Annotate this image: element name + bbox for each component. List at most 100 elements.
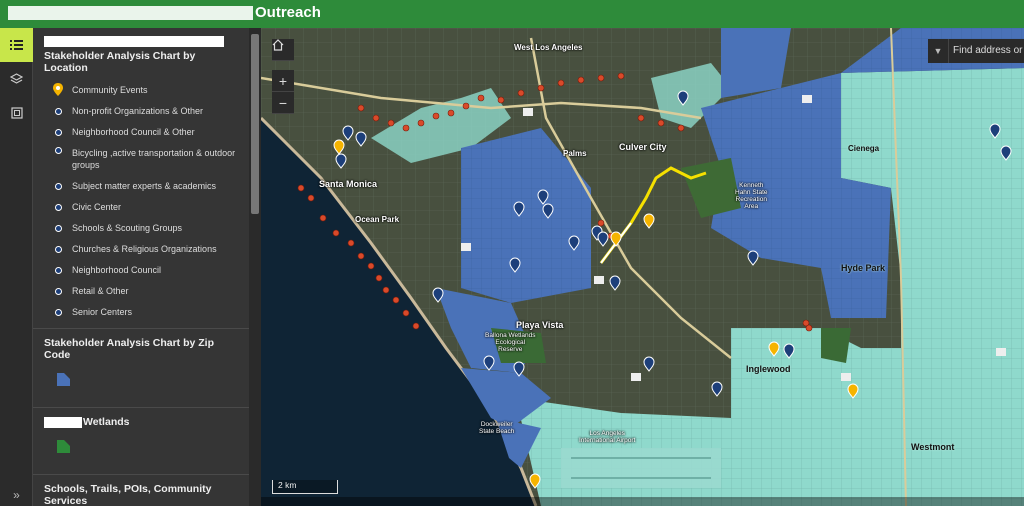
dot-icon [44,266,72,274]
coastal-marker [557,79,565,87]
coastal-marker [677,124,685,132]
legend-item: Civic Center [44,201,239,213]
label-palms: Palms [563,149,587,158]
redacted-block [44,36,224,47]
home-button[interactable] [272,39,294,61]
search-input[interactable]: Find address or place [948,39,1024,63]
shield-110 [996,348,1006,356]
label-culver-city: Culver City [619,142,667,152]
legend-item-label: Churches & Religious Organizations [72,244,217,254]
dot-icon [44,287,72,295]
coastal-marker [537,84,545,92]
basemap-tab-button[interactable] [0,96,33,130]
coastal-marker [412,322,420,330]
label-santa-monica: Santa Monica [319,179,378,189]
dot-icon [44,245,72,253]
home-icon [272,39,284,51]
coastal-marker [402,124,410,132]
shield-10-east [802,95,812,103]
label-dockweiler: Dockweiler State Beach [479,421,515,435]
zoom-out-button[interactable]: − [272,92,294,114]
dot-icon [44,182,72,190]
scale-bar: 2 km [272,480,338,494]
legend-item-label: Bicycling ,active transportation & outdo… [72,148,236,170]
coastal-marker [657,119,665,127]
coastal-marker [382,286,390,294]
coastal-marker [617,72,625,80]
dot-icon [44,203,72,211]
chevron-down-icon: ▼ [933,46,943,56]
legend-item: Non-profit Organizations & Other [44,105,239,117]
legend-item: Churches & Religious Organizations [44,243,239,255]
label-cienega: Cienega [848,144,880,153]
app-header: Outreach [0,0,1024,28]
layers-tab-button[interactable] [0,62,33,96]
legend-section-schools: Schools, Trails, POIs, Community Service… [33,475,249,506]
label-hyde-park: Hyde Park [841,263,886,273]
expand-panel-button[interactable]: » [0,488,33,502]
label-ballona-wetlands: Ballona Wetlands Ecological Reserve [485,332,536,353]
legend-item-label: Senior Centers [72,307,133,317]
shield-42-east [841,373,851,381]
coastal-marker [347,239,355,247]
legend-section-title: Stakeholder Analysis Chart by Location [44,50,196,74]
legend-item: Neighborhood Council & Other [44,126,239,138]
redacted-title-block [8,6,253,21]
coastal-marker [367,262,375,270]
attribution-bar [261,497,1024,506]
redacted-block [44,416,82,428]
double-chevron-right-icon: » [13,488,20,502]
legend-item-label: Schools & Scouting Groups [72,223,183,233]
panel-scrollbar[interactable] [249,28,261,506]
coastal-marker [462,102,470,110]
legend-item-label: Non-profit Organizations & Other [72,106,204,116]
wetlands-swatch [57,440,70,453]
coastal-marker [307,194,315,202]
pin-icon [44,83,72,96]
coastal-marker [517,89,525,97]
label-playa-vista: Playa Vista [516,320,564,330]
coastal-marker [805,324,813,332]
legend-panel: Stakeholder Analysis Chart by Location C… [33,28,249,506]
coastal-marker [357,104,365,112]
search-widget: ▼ Find address or place [928,39,1024,63]
legend-section-location: Stakeholder Analysis Chart by Location C… [33,28,249,329]
label-inglewood: Inglewood [746,364,791,374]
legend-item-label: Neighborhood Council [72,265,162,275]
zip-swatch-shape [57,373,70,386]
legend-item: Subject matter experts & academics [44,180,239,192]
map-view[interactable]: West Los Angeles Culver City Palms Santa… [261,28,1024,506]
coastal-marker [432,112,440,120]
coastal-marker [332,229,340,237]
zoom-in-button[interactable]: + [272,70,294,92]
airport-area [561,448,721,488]
shield-10-west [523,108,533,116]
coastal-marker [597,74,605,82]
dot-icon [44,128,72,136]
label-lax: Los Angeles International Airport [579,430,636,444]
legend-item-label: Neighborhood Council & Other [72,127,195,137]
label-west-los-angeles: West Los Angeles [514,43,583,52]
coastal-marker [447,109,455,117]
coastal-marker [577,76,585,84]
legend-item-label: Retail & Other [72,286,129,296]
wetlands-swatch-shape [57,440,70,453]
search-source-dropdown[interactable]: ▼ [928,46,948,56]
legend-tab-button[interactable] [0,28,33,62]
coastal-marker [597,219,605,227]
legend-section-title: Wetlands [44,416,239,428]
zip-swatch [57,373,70,386]
basemap-icon [10,107,23,119]
coastal-marker [392,296,400,304]
coastal-marker [417,119,425,127]
label-kenneth-hahn: Kenneth Hahn State Recreation Area [735,182,768,210]
dot-icon [44,147,72,154]
legend-item-label: Community Events [72,84,148,95]
coastal-marker [372,114,380,122]
coastal-marker [319,214,327,222]
legend-section-title: Stakeholder Analysis Chart by Zip Code [44,337,214,361]
app-title: Outreach [255,4,321,21]
dot-icon [44,107,72,115]
scrollbar-thumb[interactable] [251,34,259,214]
park-inglewood [821,328,851,363]
